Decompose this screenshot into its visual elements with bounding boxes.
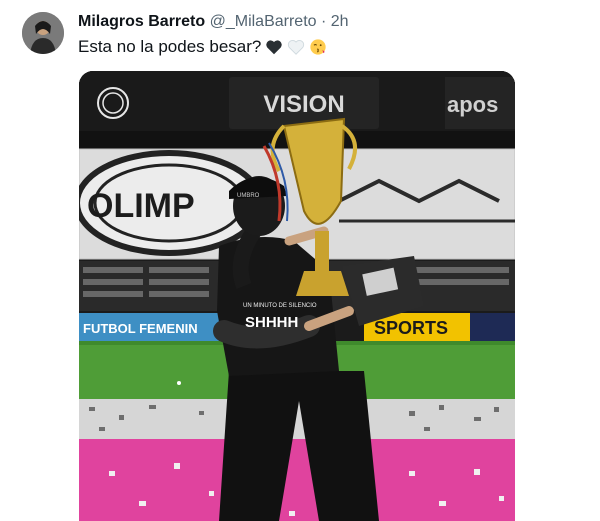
white-heart-icon	[288, 40, 305, 55]
avatar-image	[22, 12, 64, 54]
sports-ad: SPORTS	[374, 318, 448, 338]
shirt-slogan: UN MINUTO DE SILENCIO	[243, 303, 317, 309]
author-name[interactable]: Milagros Barreto	[78, 13, 205, 30]
author-handle[interactable]: @_MilaBarreto	[210, 13, 317, 30]
avatar[interactable]	[22, 12, 64, 54]
cap-brand: UMBRO	[237, 193, 260, 199]
tweet-text-content: Esta no la podes besar?	[78, 37, 262, 56]
face-blowing-kiss-icon	[310, 39, 327, 55]
separator: ·	[321, 13, 327, 30]
apos-banner: apos	[447, 92, 498, 117]
black-heart-icon	[266, 40, 283, 55]
tweet-photo[interactable]: VISION apos OLIMP FUTBOL FEMENIN SPORTS	[79, 71, 515, 521]
tweet[interactable]: Milagros Barreto @_MilaBarreto · 2h Esta…	[0, 0, 600, 521]
stand-lettering: OLIMP	[87, 187, 195, 225]
vision-banner: VISION	[263, 91, 344, 118]
shirt-shhhh: SHHHH	[245, 314, 298, 331]
tweet-header: Milagros Barreto @_MilaBarreto · 2h	[78, 12, 349, 32]
tweet-text: Esta no la podes besar?	[78, 36, 327, 58]
photo-scene: VISION apos OLIMP FUTBOL FEMENIN SPORTS	[79, 71, 515, 521]
timestamp[interactable]: 2h	[331, 13, 349, 30]
futbol-ad: FUTBOL FEMENIN	[83, 321, 198, 336]
